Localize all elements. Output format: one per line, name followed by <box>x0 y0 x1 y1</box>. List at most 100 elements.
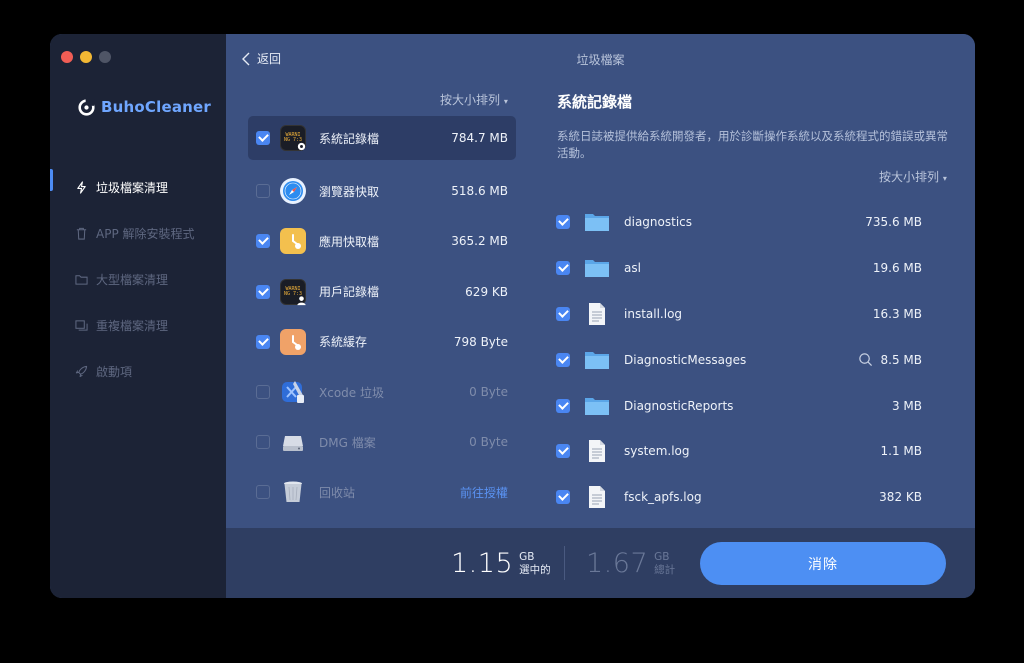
zoom-window-button[interactable] <box>99 51 111 63</box>
category-row-app-cache[interactable]: 應用快取檔 365.2 MB <box>248 216 516 266</box>
file-checkbox[interactable] <box>556 306 570 321</box>
category-label: 應用快取檔 <box>319 234 380 249</box>
file-checkbox[interactable] <box>556 214 570 229</box>
sidebar: BuhoCleaner 垃圾檔案清理 APP 解除安裝程式 大型檔案清理 重複檔… <box>50 34 226 598</box>
category-label: Xcode 垃圾 <box>319 385 384 400</box>
total-value: 1.67 <box>586 548 649 579</box>
file-size: 735.6 MB <box>865 214 922 229</box>
category-size: 0 Byte <box>469 435 508 450</box>
folder-icon <box>584 393 610 419</box>
selected-unit: GB <box>519 550 535 563</box>
file-size: 382 KB <box>879 490 922 505</box>
category-row-system-cache[interactable]: 系統緩存 798 Byte <box>248 317 516 367</box>
system-log-icon: WARNI NG 7:3 <box>280 125 306 151</box>
xcode-icon <box>280 379 306 405</box>
category-checkbox[interactable] <box>256 184 270 199</box>
dmg-icon <box>280 429 306 455</box>
total-unit: GB <box>654 550 670 563</box>
sidebar-item-junk-cleanup[interactable]: 垃圾檔案清理 <box>50 164 226 210</box>
trash-bin-icon <box>280 479 306 505</box>
category-row-system-log[interactable]: WARNI NG 7:3 系統記錄檔 784.7 MB <box>248 116 516 160</box>
category-checkbox[interactable] <box>256 284 270 299</box>
close-window-button[interactable] <box>61 51 73 63</box>
document-icon <box>584 484 610 510</box>
main-panel: 返回 垃圾檔案 按大小排列 ▾ WARNI NG 7:3 系統記錄檔 784.7 … <box>226 34 975 528</box>
sidebar-item-label: 垃圾檔案清理 <box>96 180 169 195</box>
category-checkbox[interactable] <box>256 131 270 145</box>
sidebar-item-large-files[interactable]: 大型檔案清理 <box>50 256 226 302</box>
sidebar-item-app-uninstaller[interactable]: APP 解除安裝程式 <box>50 210 226 256</box>
category-checkbox[interactable] <box>256 485 270 500</box>
sort-label: 按大小排列 <box>440 93 501 107</box>
file-name: diagnostics <box>624 214 693 229</box>
duplicate-icon <box>75 319 88 331</box>
trash-icon <box>76 227 87 240</box>
sidebar-item-duplicate-files[interactable]: 重複檔案清理 <box>50 302 226 348</box>
selected-size: 1.15 GB 選中的 <box>451 548 551 579</box>
file-row[interactable]: system.log 1.1 MB <box>556 428 926 474</box>
category-checkbox[interactable] <box>256 234 270 249</box>
category-checkbox[interactable] <box>256 435 270 450</box>
file-row[interactable]: asl 19.6 MB <box>556 245 926 291</box>
sidebar-nav: 垃圾檔案清理 APP 解除安裝程式 大型檔案清理 重複檔案清理 啟動項 <box>50 164 226 394</box>
file-row[interactable]: diagnostics 735.6 MB <box>556 199 926 245</box>
selected-value: 1.15 <box>451 548 514 579</box>
file-checkbox[interactable] <box>556 398 570 413</box>
sort-label: 按大小排列 <box>879 170 940 184</box>
file-sort-dropdown[interactable]: 按大小排列 ▾ <box>879 168 947 185</box>
minimize-window-button[interactable] <box>80 51 92 63</box>
file-name: asl <box>624 260 641 275</box>
sidebar-item-startup-items[interactable]: 啟動項 <box>50 348 226 394</box>
file-size: 3 MB <box>891 398 922 413</box>
magnifier-icon[interactable] <box>858 352 873 367</box>
file-name: system.log <box>624 444 690 459</box>
total-size: 1.67 GB 總計 <box>586 548 675 579</box>
file-size: 16.3 MB <box>872 306 922 321</box>
category-checkbox[interactable] <box>256 385 270 400</box>
category-label: 系統緩存 <box>319 335 368 350</box>
total-meta: GB 總計 <box>654 551 675 577</box>
document-icon <box>584 438 610 464</box>
category-list: WARNI NG 7:3 系統記錄檔 784.7 MB 瀏覽器快取 518.6 M… <box>248 116 516 518</box>
caret-down-icon: ▾ <box>503 97 508 106</box>
file-checkbox[interactable] <box>556 352 570 367</box>
file-row[interactable]: install.log 16.3 MB <box>556 291 926 337</box>
file-checkbox[interactable] <box>556 490 570 505</box>
grant-access-link[interactable]: 前往授權 <box>460 484 508 501</box>
sidebar-item-label: 大型檔案清理 <box>96 272 169 287</box>
category-size: 0 Byte <box>469 385 508 400</box>
category-size: 798 Byte <box>453 334 508 349</box>
sidebar-item-label: APP 解除安裝程式 <box>96 226 195 241</box>
file-list: diagnostics 735.6 MB asl 19.6 MB install… <box>556 199 926 520</box>
category-checkbox[interactable] <box>256 334 270 349</box>
category-row-dmg-files[interactable]: DMG 檔案 0 Byte <box>248 417 516 467</box>
file-size: 19.6 MB <box>872 260 922 275</box>
system-cache-icon <box>280 328 306 355</box>
app-window: BuhoCleaner 垃圾檔案清理 APP 解除安裝程式 大型檔案清理 重複檔… <box>50 34 975 598</box>
folder-icon <box>584 347 610 373</box>
window-controls <box>61 51 111 63</box>
category-row-user-log[interactable]: WARNI NG 7:3 用戶記錄檔 629 KB <box>248 267 516 317</box>
category-row-trash[interactable]: 回收站 前往授權 <box>248 467 516 517</box>
folder-icon <box>75 274 88 285</box>
category-size: 518.6 MB <box>451 184 508 199</box>
rocket-icon <box>75 365 88 377</box>
category-size: 629 KB <box>465 284 508 299</box>
file-row[interactable]: DiagnosticMessages 8.5 MB <box>556 337 926 383</box>
selected-label: 選中的 <box>519 563 551 576</box>
file-row[interactable]: DiagnosticReports 3 MB <box>556 383 926 429</box>
file-name: DiagnosticMessages <box>624 352 747 367</box>
page-title: 垃圾檔案 <box>576 53 625 67</box>
category-row-browser-cache[interactable]: 瀏覽器快取 518.6 MB <box>248 166 516 216</box>
detail-description: 系統日誌被提供給系統開發者，用於診斷操作系統以及系統程式的錯誤或異常活動。 <box>557 129 948 160</box>
clean-button[interactable]: 消除 <box>700 542 946 585</box>
total-label: 總計 <box>654 563 676 576</box>
category-row-xcode-junk[interactable]: Xcode 垃圾 0 Byte <box>248 367 516 417</box>
category-sort-dropdown[interactable]: 按大小排列 ▾ <box>440 91 508 108</box>
caret-down-icon: ▾ <box>942 174 947 183</box>
file-row[interactable]: fsck_apfs.log 382 KB <box>556 474 926 520</box>
file-checkbox[interactable] <box>556 260 570 275</box>
footer-divider <box>564 546 565 580</box>
category-label: 系統記錄檔 <box>319 131 380 146</box>
file-checkbox[interactable] <box>556 444 570 459</box>
